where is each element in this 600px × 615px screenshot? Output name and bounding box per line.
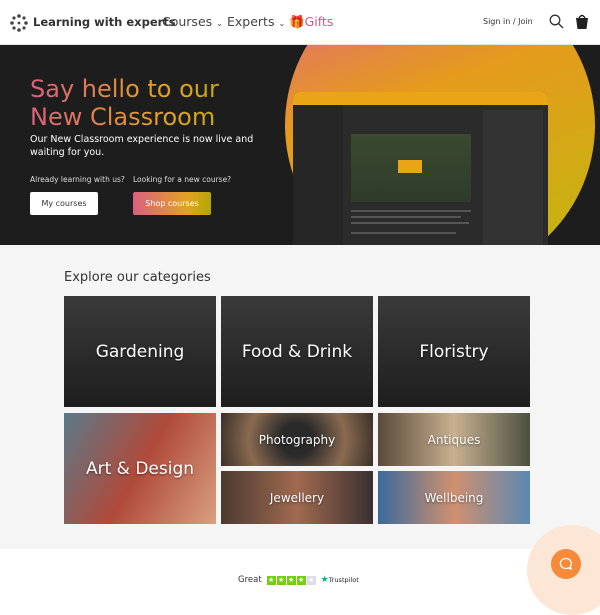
trustpilot-widget[interactable]: Great ★ ★ ★ ★ ★ ★Trustpilot: [238, 575, 359, 585]
hero-title-line1: Say hello to our: [30, 75, 219, 103]
nav-gifts[interactable]: 🎁Gifts: [289, 14, 333, 30]
category-antiques[interactable]: Antiques: [378, 413, 530, 466]
logo-icon[interactable]: [10, 14, 28, 32]
search-icon[interactable]: [549, 14, 564, 29]
gift-icon: 🎁: [289, 14, 305, 29]
hero-title-line2: New Classroom: [30, 103, 216, 131]
star-icon: ★: [266, 575, 276, 585]
nav-experts[interactable]: Experts ⌄: [227, 14, 285, 29]
category-art-design[interactable]: Art & Design: [64, 413, 216, 524]
category-gardening[interactable]: Gardening: [64, 296, 216, 407]
chevron-down-icon: ⌄: [278, 19, 286, 28]
nav-courses[interactable]: Courses ⌄: [162, 14, 223, 29]
brand-name[interactable]: Learning with experts: [33, 15, 176, 29]
auth-links: Sign in / Join: [483, 17, 533, 26]
sign-in-link[interactable]: Sign in: [483, 17, 510, 26]
existing-prompt: Already learning with us?: [30, 175, 125, 184]
basket-icon[interactable]: [575, 13, 589, 30]
new-prompt: Looking for a new course?: [133, 175, 232, 184]
classroom-preview-image: [293, 92, 548, 245]
chevron-down-icon: ⌄: [216, 19, 223, 28]
separator: /: [512, 17, 516, 26]
trustpilot-logo: ★Trustpilot: [321, 575, 359, 585]
star-empty-icon: ★: [306, 575, 316, 585]
category-jewellery[interactable]: Jewellery: [221, 471, 373, 524]
trustpilot-stars: ★ ★ ★ ★ ★: [266, 575, 316, 585]
chat-bubble-icon: [559, 557, 572, 571]
hero-subtitle: Our New Classroom experience is now live…: [30, 134, 254, 158]
join-link[interactable]: Join: [518, 17, 533, 26]
shop-courses-button[interactable]: Shop courses: [133, 192, 211, 215]
star-icon: ★: [286, 575, 296, 585]
chat-button[interactable]: [551, 549, 581, 579]
category-photography[interactable]: Photography: [221, 413, 373, 466]
nav-courses-label: Courses: [162, 14, 213, 29]
star-icon: ★: [276, 575, 286, 585]
trustpilot-rating-text: Great: [238, 575, 262, 585]
header: Learning with experts Courses ⌄ Experts …: [0, 0, 600, 45]
hero-title: Say hello to our New Classroom: [30, 75, 219, 131]
trustpilot-brand: Trustpilot: [328, 576, 359, 584]
hero-banner: Say hello to our New Classroom Our New Cl…: [0, 45, 600, 245]
category-food-drink[interactable]: Food & Drink: [221, 296, 373, 407]
category-floristry[interactable]: Floristry: [378, 296, 530, 407]
categories-title: Explore our categories: [64, 270, 211, 285]
nav-experts-label: Experts: [227, 14, 275, 29]
nav-gifts-label: Gifts: [304, 14, 334, 29]
category-wellbeing[interactable]: Wellbeing: [378, 471, 530, 524]
categories-section: Explore our categories Gardening Food & …: [0, 245, 600, 549]
trustpilot-star-icon: ★: [320, 575, 329, 585]
star-icon: ★: [296, 575, 306, 585]
my-courses-button[interactable]: My courses: [30, 192, 98, 215]
